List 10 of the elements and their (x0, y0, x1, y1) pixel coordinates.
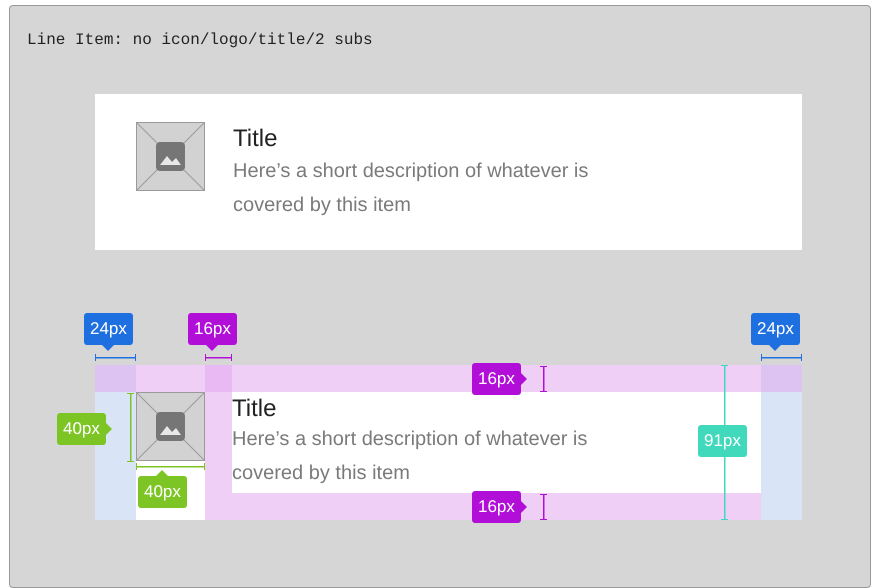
item-title: Title (233, 124, 278, 154)
margin-overlay (95, 365, 136, 392)
frame-caption: Line Item: no icon/logo/title/2 subs (27, 30, 373, 50)
padding-overlay (136, 365, 205, 392)
item-description: Here’s a short description of whatever is covered by this item (233, 159, 590, 218)
measurement-badge: 91px (698, 425, 747, 457)
item-title: Title (232, 394, 278, 424)
image-placeholder-icon (136, 392, 205, 461)
image-placeholder-icon (136, 122, 205, 191)
item-description: Here’s a short description of whatever is covered by this item (232, 427, 588, 486)
